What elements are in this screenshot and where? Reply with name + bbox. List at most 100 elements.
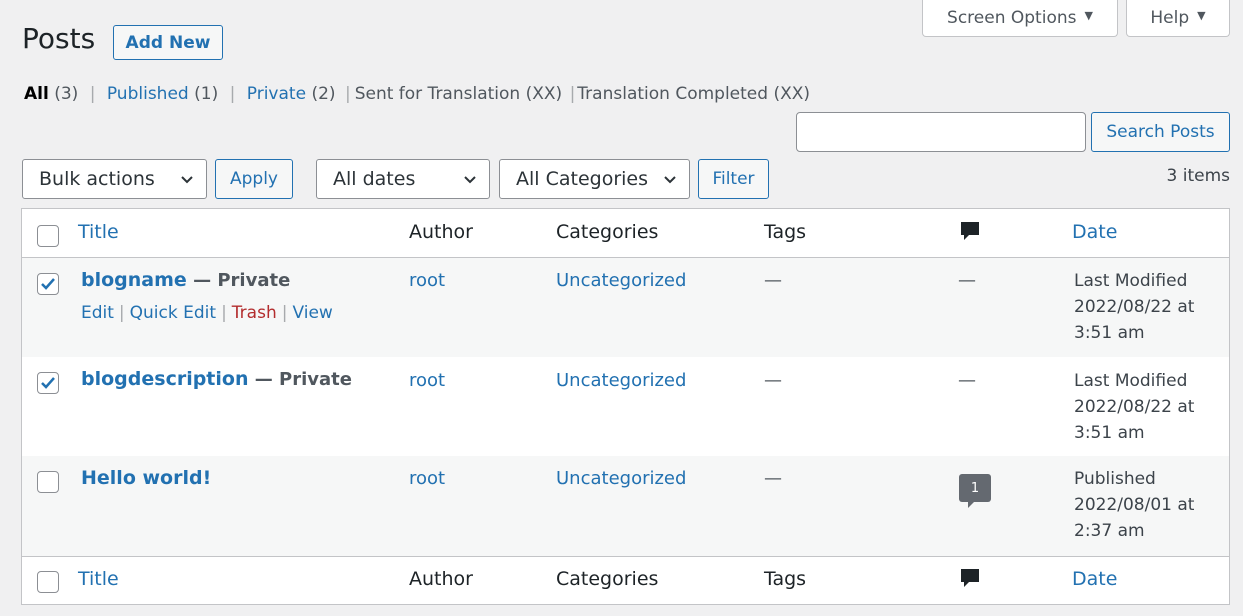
view-sent-for-translation[interactable]: Sent for Translation (XX): [355, 84, 562, 104]
view-published-link[interactable]: Published: [107, 84, 189, 104]
view-translation-completed[interactable]: Translation Completed (XX): [577, 84, 810, 104]
select-all-checkbox[interactable]: [37, 571, 59, 593]
view-published-count: (1): [194, 84, 219, 104]
column-header-categories: Categories: [556, 221, 659, 243]
help-tab[interactable]: Help ▼: [1126, 0, 1230, 37]
comments-value: —: [958, 270, 976, 291]
time-value: 3:51 am: [1074, 423, 1145, 443]
date-value: 2022/08/22 at: [1074, 297, 1195, 317]
column-footer-title[interactable]: Title: [78, 568, 119, 590]
comments-value: —: [958, 370, 976, 391]
help-label: Help: [1150, 8, 1190, 28]
view-separator: |: [344, 84, 351, 104]
view-separator: |: [89, 84, 96, 104]
time-value: 3:51 am: [1074, 323, 1145, 343]
title-cell: blogdescription — Private: [81, 368, 352, 390]
post-status-views: All (3) | Published (1) | Private (2) | S…: [24, 84, 810, 104]
date-value: 2022/08/22 at: [1074, 397, 1195, 417]
post-title-link[interactable]: blogdescription: [81, 368, 248, 390]
category-link[interactable]: Uncategorized: [556, 468, 686, 489]
trash-link[interactable]: Trash: [232, 303, 277, 323]
checkmark-icon: [41, 278, 55, 290]
screen-options-tab[interactable]: Screen Options ▼: [922, 0, 1118, 37]
comment-icon[interactable]: [960, 568, 980, 588]
post-title-link[interactable]: blogname: [81, 269, 187, 291]
row-checkbox[interactable]: [37, 273, 59, 295]
column-footer-categories: Categories: [556, 568, 659, 590]
select-all-checkbox[interactable]: [37, 225, 59, 247]
dates-select[interactable]: All dates: [316, 159, 490, 199]
checkmark-icon: [41, 377, 55, 389]
column-footer-date[interactable]: Date: [1072, 568, 1117, 590]
caret-down-icon: ▼: [1084, 8, 1093, 22]
view-private-count: (2): [311, 84, 336, 104]
tags-value: —: [764, 468, 782, 489]
action-separator: |: [118, 303, 125, 323]
view-separator: |: [569, 84, 576, 104]
tags-value: —: [764, 270, 782, 291]
bulk-actions-select[interactable]: Bulk actions: [22, 159, 207, 199]
chevron-down-icon: [464, 176, 476, 184]
view-link[interactable]: View: [292, 303, 332, 323]
post-state: — Private: [186, 270, 291, 291]
caret-down-icon: ▼: [1197, 8, 1206, 22]
table-row: blogdescription — Private root Uncategor…: [22, 357, 1229, 456]
column-header-tags: Tags: [764, 221, 807, 243]
comment-count-bubble[interactable]: 1: [959, 474, 991, 508]
chevron-down-icon: [181, 176, 193, 184]
column-header-author: Author: [409, 221, 473, 243]
table-row: Hello world! root Uncategorized — 1 Publ…: [22, 456, 1229, 556]
action-separator: |: [221, 303, 227, 323]
chevron-down-icon: [664, 176, 676, 184]
search-posts-button[interactable]: Search Posts: [1091, 112, 1230, 152]
edit-link[interactable]: Edit: [81, 303, 114, 323]
row-checkbox[interactable]: [37, 372, 59, 394]
row-checkbox[interactable]: [37, 471, 59, 493]
action-separator: |: [281, 303, 288, 323]
date-value: 2022/08/01 at: [1074, 495, 1195, 515]
view-separator: |: [229, 84, 236, 104]
items-count: 3 items: [1166, 166, 1230, 186]
date-status: Last Modified: [1074, 271, 1188, 291]
screen-options-label: Screen Options: [947, 8, 1077, 28]
date-status: Published: [1074, 469, 1156, 489]
column-header-date[interactable]: Date: [1072, 221, 1117, 243]
date-cell: Published 2022/08/01 at 2:37 am: [1074, 466, 1194, 544]
add-new-button[interactable]: Add New: [113, 25, 223, 60]
time-value: 2:37 am: [1074, 521, 1145, 541]
view-private-link[interactable]: Private: [247, 84, 306, 104]
date-cell: Last Modified 2022/08/22 at 3:51 am: [1074, 268, 1194, 346]
date-cell: Last Modified 2022/08/22 at 3:51 am: [1074, 368, 1194, 446]
author-link[interactable]: root: [409, 468, 445, 489]
view-all-count: (3): [54, 84, 79, 104]
category-link[interactable]: Uncategorized: [556, 370, 686, 391]
post-state: — Private: [248, 369, 352, 390]
bulk-actions-value: Bulk actions: [39, 168, 155, 190]
search-input[interactable]: [796, 112, 1086, 152]
apply-button[interactable]: Apply: [215, 159, 293, 199]
row-actions: Edit | Quick Edit | Trash | View: [81, 303, 333, 323]
post-title-link[interactable]: Hello world!: [81, 467, 211, 489]
dates-value: All dates: [333, 168, 416, 190]
column-footer-tags: Tags: [764, 568, 807, 590]
table-header-row: Title Author Categories Tags Date: [22, 209, 1229, 258]
author-link[interactable]: root: [409, 370, 445, 391]
table-footer-row: Title Author Categories Tags Date: [22, 556, 1229, 604]
date-status: Last Modified: [1074, 371, 1188, 391]
tags-value: —: [764, 370, 782, 391]
column-header-title[interactable]: Title: [78, 221, 119, 243]
categories-value: All Categories: [516, 168, 649, 190]
view-all-link[interactable]: All: [24, 84, 49, 104]
filter-button[interactable]: Filter: [698, 159, 769, 199]
title-cell: Hello world!: [81, 467, 211, 489]
title-cell: blogname — Private: [81, 269, 290, 291]
author-link[interactable]: root: [409, 270, 445, 291]
category-link[interactable]: Uncategorized: [556, 270, 686, 291]
posts-table: Title Author Categories Tags Date blogna…: [21, 208, 1230, 605]
comment-icon[interactable]: [960, 221, 980, 241]
page-title: Posts: [22, 22, 96, 55]
table-row: blogname — Private Edit | Quick Edit | Trash…: [22, 258, 1229, 357]
quick-edit-link[interactable]: Quick Edit: [130, 303, 216, 323]
categories-select[interactable]: All Categories: [499, 159, 690, 199]
column-footer-author: Author: [409, 568, 473, 590]
